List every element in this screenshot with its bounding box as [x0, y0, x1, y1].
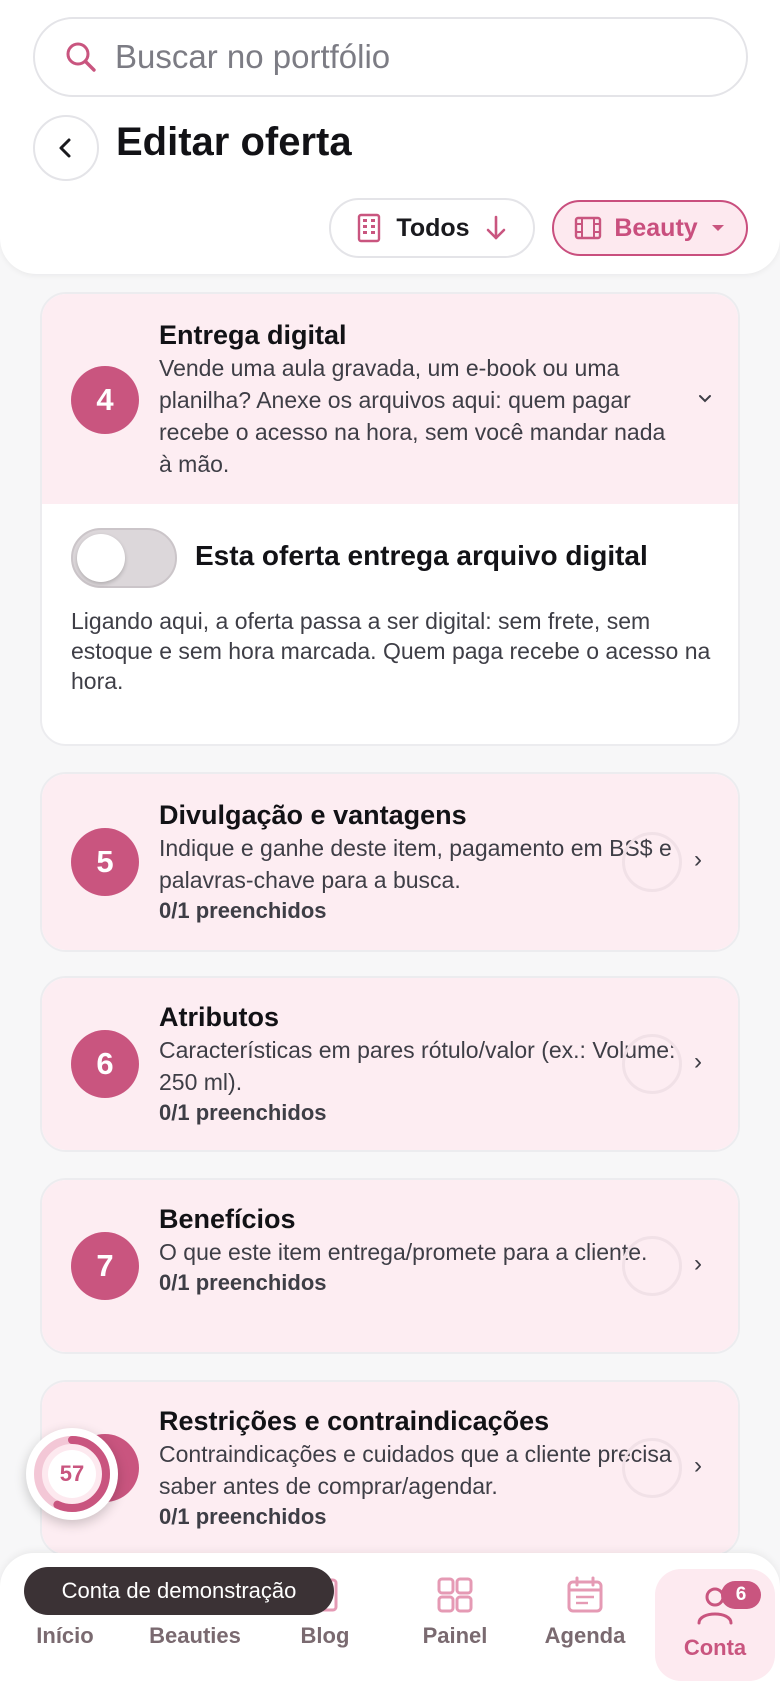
section-count: 0/1 preenchidos [159, 1504, 327, 1529]
section-body: Esta oferta entrega arquivo digital Liga… [42, 504, 738, 744]
filter-all-label: Todos [396, 213, 470, 242]
progress-ring [622, 1236, 682, 1296]
section-description: Vende uma aula gravada, um e-book ou uma… [159, 355, 666, 477]
section-header: 7 Benefícios O que este item entrega/pro… [42, 1180, 738, 1352]
calendar-icon [567, 1576, 603, 1613]
search-icon [66, 42, 96, 72]
chevron-right-icon: › [694, 1452, 702, 1479]
nav-item-painel[interactable]: Painel [395, 1575, 515, 1675]
chevron-right-icon: › [694, 846, 702, 873]
section-count: 0/1 preenchidos [159, 898, 327, 923]
digital-delivery-toggle[interactable] [71, 528, 177, 588]
search-bar[interactable] [33, 17, 748, 97]
step-badge: 4 [71, 366, 139, 434]
top-header: Editar oferta Todos Beauty [0, 0, 780, 274]
section-description: O que este item entrega/promete para a c… [159, 1239, 648, 1265]
chevron-right-icon: › [694, 1250, 702, 1277]
section-card[interactable]: 6 Atributos Características em pares rót… [40, 976, 740, 1152]
grid-icon [437, 1577, 473, 1613]
section-digital-delivery: 4 Entrega digital Vende uma aula gravada… [40, 292, 740, 746]
notification-badge: 6 [721, 1581, 761, 1609]
nav-item-conta[interactable]: Conta 6 [655, 1569, 775, 1681]
toggle-knob [77, 534, 125, 582]
section-header: 8 Restrições e contraindicações Contrain… [42, 1382, 738, 1554]
progress-value: 57 [59, 1461, 85, 1486]
back-button[interactable] [33, 115, 99, 181]
section-title: Restrições e contraindicações [159, 1406, 550, 1436]
section-count: 0/1 preenchidos [159, 1100, 327, 1125]
building-icon [358, 213, 381, 243]
nav-label: Agenda [544, 1623, 626, 1648]
section-card[interactable]: 5 Divulgação e vantagens Indique e ganhe… [40, 772, 740, 952]
progress-ring [622, 1438, 682, 1498]
nav-item-agenda[interactable]: Agenda [525, 1575, 645, 1675]
chevron-left-icon [59, 138, 71, 158]
section-header: 6 Atributos Características em pares rót… [42, 978, 738, 1150]
step-badge: 5 [71, 828, 139, 896]
caret-down-icon [711, 225, 724, 231]
step-badge: 6 [71, 1030, 139, 1098]
section-title: Benefícios [159, 1204, 296, 1234]
section-header[interactable]: 4 Entrega digital Vende uma aula gravada… [42, 294, 738, 504]
completion-progress-button[interactable]: 57 [26, 1428, 118, 1520]
section-count: 0/1 preenchidos [159, 1270, 327, 1295]
toggle-help-text: Ligando aqui, a oferta passa a ser digit… [71, 608, 711, 694]
section-title: Atributos [159, 1002, 279, 1032]
page-title: Editar oferta [116, 120, 352, 164]
section-description: Características em pares rótulo/valor (e… [159, 1037, 676, 1095]
section-card[interactable]: 8 Restrições e contraindicações Contrain… [40, 1380, 740, 1556]
step-badge: 7 [71, 1232, 139, 1300]
film-icon [575, 216, 602, 240]
nav-label: Blog [300, 1623, 350, 1648]
nav-label: Início [36, 1623, 94, 1648]
section-title: Entrega digital [159, 320, 347, 350]
category-filter-button[interactable]: Beauty [552, 200, 748, 256]
section-title: Divulgação e vantagens [159, 800, 467, 830]
chevron-down-icon [699, 395, 711, 403]
toggle-label: Esta oferta entrega arquivo digital [195, 540, 648, 571]
nav-label: Conta [683, 1635, 747, 1660]
section-description: Indique e ganhe deste item, pagamento em… [159, 835, 672, 893]
section-header: 5 Divulgação e vantagens Indique e ganhe… [42, 774, 738, 950]
demo-account-pill: Conta de demonstração [24, 1567, 334, 1615]
section-description: Contraindicações e cuidados que a client… [159, 1441, 672, 1499]
progress-ring [622, 832, 682, 892]
progress-ring [622, 1034, 682, 1094]
arrow-down-icon [486, 215, 505, 240]
section-card[interactable]: 7 Benefícios O que este item entrega/pro… [40, 1178, 740, 1354]
category-filter-label: Beauty [614, 213, 698, 242]
nav-label: Beauties [149, 1623, 241, 1648]
filter-all-button[interactable]: Todos [329, 198, 535, 258]
nav-label: Painel [422, 1623, 488, 1648]
chevron-right-icon: › [694, 1048, 702, 1075]
search-input[interactable] [115, 38, 715, 76]
